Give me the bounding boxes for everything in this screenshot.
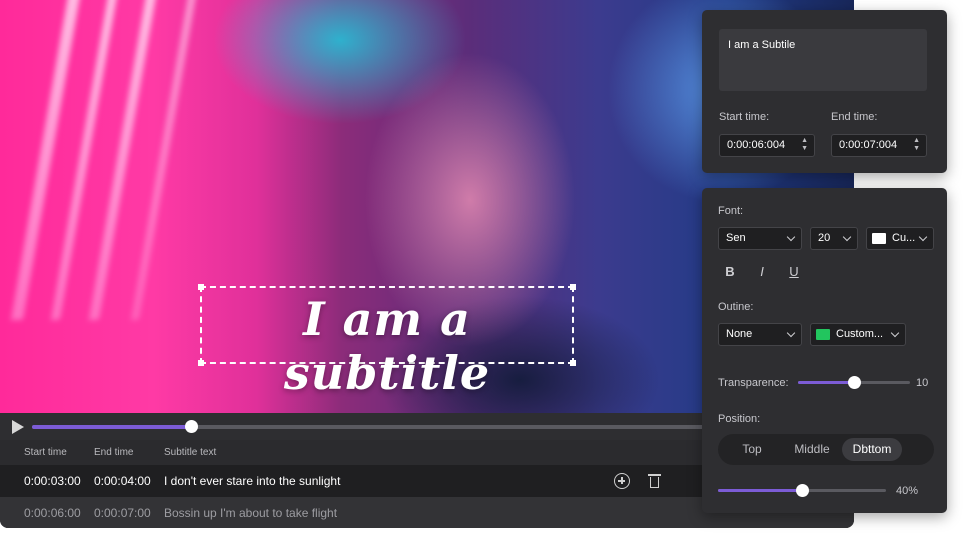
start-time-label: Start time:: [719, 111, 770, 123]
outline-color-select[interactable]: Custom...: [810, 323, 906, 346]
row-start-time: 0:00:06:00: [24, 506, 81, 520]
font-family-select[interactable]: Sen: [718, 227, 802, 250]
font-color-swatch: [872, 233, 886, 244]
trash-lid: [648, 474, 661, 476]
timeline-progress: [32, 425, 191, 429]
font-size-value: 20: [818, 232, 831, 244]
timeline-track[interactable]: [32, 420, 732, 433]
transparence-slider-fill: [798, 381, 854, 384]
chevron-down-icon: [786, 328, 796, 338]
font-color-select[interactable]: Cu...: [866, 227, 934, 250]
position-offset-slider-fill: [718, 489, 802, 492]
row-end-time: 0:00:04:00: [94, 474, 151, 488]
header-subtitle-text: Subtitle text: [164, 447, 217, 458]
position-segmented-control: Top Middle Dbttom: [718, 434, 934, 465]
chevron-down-icon: [842, 232, 852, 242]
outline-select[interactable]: None: [718, 323, 802, 346]
position-option-middle[interactable]: Middle: [782, 438, 842, 461]
position-offset-value: 40%: [896, 485, 919, 497]
subtitle-text-input[interactable]: I am a Subtile: [719, 29, 927, 91]
position-option-top[interactable]: Top: [722, 438, 782, 461]
outline-value: None: [726, 328, 753, 340]
trash-body: [650, 477, 659, 488]
resize-handle[interactable]: [198, 284, 204, 290]
spinner-arrows-icon[interactable]: ▲ ▼: [913, 137, 920, 153]
start-time-value: 0:00:06:004: [727, 139, 786, 151]
outline-color-swatch: [816, 329, 830, 340]
underline-icon[interactable]: U: [787, 264, 801, 279]
row-subtitle-text: Bossin up I'm about to take flight: [164, 506, 338, 520]
add-icon[interactable]: [614, 473, 630, 489]
font-family-value: Sen: [726, 232, 746, 244]
end-time-stepper[interactable]: 0:00:07:004 ▲ ▼: [831, 134, 927, 157]
chevron-down-icon: [890, 328, 900, 338]
transparence-label: Transparence:: [718, 377, 789, 389]
chevron-down-icon: [918, 232, 928, 242]
italic-icon[interactable]: I: [755, 264, 769, 279]
transparence-slider[interactable]: [798, 376, 910, 389]
header-end-time: End time: [94, 447, 134, 458]
play-icon[interactable]: [12, 420, 24, 434]
header-start-time: Start time: [24, 447, 67, 458]
position-option-bottom[interactable]: Dbttom: [842, 438, 902, 461]
outline-label: Outine:: [718, 301, 754, 313]
font-label: Font:: [718, 205, 744, 217]
position-offset-slider-knob[interactable]: [796, 484, 809, 497]
outline-color-label: Custom...: [836, 328, 884, 340]
neon-light: [10, 0, 82, 320]
position-offset-slider[interactable]: [718, 484, 886, 497]
end-time-value: 0:00:07:004: [839, 139, 898, 151]
row-subtitle-text: I don't ever stare into the sunlight: [164, 474, 341, 488]
chevron-down-icon: [786, 232, 796, 242]
transparence-slider-knob[interactable]: [848, 376, 861, 389]
subtitle-edit-panel: I am a Subtile Start time: End time: 0:0…: [702, 10, 947, 173]
timeline-scrubber[interactable]: [184, 420, 198, 433]
subtitle-style-panel: Font: Sen 20 Cu... B I U Outine: None Cu…: [702, 188, 947, 513]
subtitle-overlay-box[interactable]: I am a subtitle: [198, 284, 576, 400]
resize-handle[interactable]: [570, 284, 576, 290]
bold-icon[interactable]: B: [723, 264, 737, 279]
trash-icon[interactable]: [648, 473, 661, 489]
transparence-value: 10: [916, 377, 929, 389]
overlay-subtitle-text[interactable]: I am a subtitle: [202, 292, 572, 400]
position-label: Position:: [718, 413, 761, 425]
row-end-time: 0:00:07:00: [94, 506, 151, 520]
row-start-time: 0:00:03:00: [24, 474, 81, 488]
font-size-select[interactable]: 20: [810, 227, 858, 250]
font-color-label: Cu...: [892, 232, 916, 244]
spinner-arrows-icon[interactable]: ▲ ▼: [801, 137, 808, 153]
end-time-label: End time:: [831, 111, 878, 123]
start-time-stepper[interactable]: 0:00:06:004 ▲ ▼: [719, 134, 815, 157]
